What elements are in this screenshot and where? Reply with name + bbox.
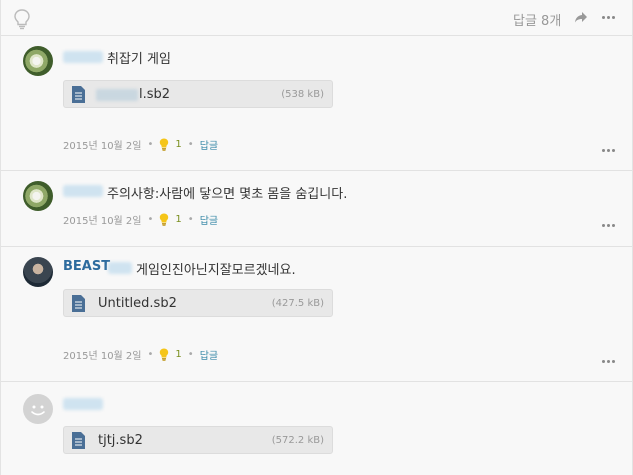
attachment-size: (572.2 kB) — [271, 435, 324, 446]
attachment-size: (427.5 kB) — [271, 298, 324, 309]
comment-item: BEAST 게임인진아닌지잘모르겠네요. Untitled.sb2 (427.5… — [1, 247, 632, 382]
reply-link[interactable]: 답글 — [200, 212, 218, 227]
file-icon — [72, 86, 85, 103]
default-smiley-icon — [31, 405, 45, 416]
lightbulb-like-icon[interactable] — [159, 348, 169, 361]
attachment-filename: l.sb2 — [139, 87, 171, 102]
lightbulb-like-icon[interactable] — [159, 138, 169, 151]
author-name-redacted[interactable] — [63, 185, 103, 197]
avatar[interactable] — [23, 46, 53, 76]
more-options-icon[interactable] — [602, 360, 615, 363]
comment-meta: 2015년 10월 2일 • 1 • 답글 — [63, 137, 219, 152]
more-options-icon[interactable] — [602, 16, 615, 19]
filename-redacted — [96, 89, 138, 101]
more-options-icon[interactable] — [602, 149, 615, 152]
share-arrow-icon[interactable] — [574, 11, 588, 23]
avatar[interactable] — [23, 257, 53, 287]
attachment-filename: Untitled.sb2 — [98, 296, 177, 311]
reply-link[interactable]: 답글 — [200, 347, 218, 362]
author-name-redacted[interactable] — [108, 262, 132, 274]
comment-item: 주의사항:사람에 닿으면 몇초 몸을 숨깁니다. 2015년 10월 2일 • … — [1, 171, 632, 247]
file-icon — [72, 295, 85, 312]
avatar[interactable] — [23, 394, 53, 424]
attachment-filename: tjtj.sb2 — [98, 433, 143, 448]
file-icon — [72, 432, 85, 449]
like-count: 1 — [175, 349, 182, 360]
comment-text: 게임인진아닌지잘모르겠네요. — [136, 263, 296, 278]
reply-count: 답글 8개 — [513, 14, 562, 29]
comments-panel: 답글 8개 취잡기 게임 l.sb2 (538 kB) 2015년 10월 2일… — [0, 0, 633, 475]
comment-text: 취잡기 게임 — [107, 52, 171, 67]
like-count: 1 — [175, 214, 182, 225]
more-options-icon[interactable] — [602, 224, 615, 227]
lightbulb-outline-icon[interactable] — [13, 8, 31, 30]
comment-item: 취잡기 게임 l.sb2 (538 kB) 2015년 10월 2일 • 1 •… — [1, 36, 632, 172]
comment-date: 2015년 10월 2일 — [63, 216, 142, 227]
comments-header: 답글 8개 — [1, 0, 632, 36]
attachment[interactable]: Untitled.sb2 (427.5 kB) — [63, 289, 333, 317]
comment-date: 2015년 10월 2일 — [63, 351, 142, 362]
comment-item: tjtj.sb2 (572.2 kB) — [1, 382, 632, 475]
attachment-size: (538 kB) — [281, 89, 324, 100]
comment-meta: 2015년 10월 2일 • 1 • 답글 — [63, 212, 219, 227]
avatar[interactable] — [23, 181, 53, 211]
comment-text: 주의사항:사람에 닿으면 몇초 몸을 숨깁니다. — [107, 187, 348, 202]
attachment[interactable]: l.sb2 (538 kB) — [63, 80, 333, 108]
author-name-redacted[interactable] — [63, 398, 103, 410]
comment-meta: 2015년 10월 2일 • 1 • 답글 — [63, 347, 219, 362]
reply-link[interactable]: 답글 — [200, 137, 218, 152]
like-count: 1 — [175, 139, 182, 150]
comment-date: 2015년 10월 2일 — [63, 141, 142, 152]
author-name-redacted[interactable] — [63, 51, 103, 63]
attachment[interactable]: tjtj.sb2 (572.2 kB) — [63, 426, 333, 454]
lightbulb-like-icon[interactable] — [159, 213, 169, 226]
author-name[interactable]: BEAST — [63, 259, 110, 274]
